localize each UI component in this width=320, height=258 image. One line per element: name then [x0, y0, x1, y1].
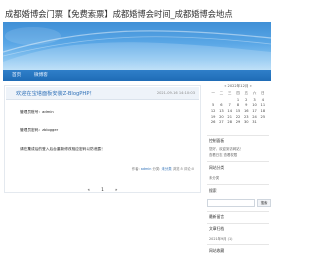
- calendar-day: 24: [252, 114, 257, 119]
- widget-title-control-panel: 控制面板: [209, 138, 225, 143]
- calendar-day: 18: [260, 109, 266, 114]
- nav-item-microblog[interactable]: 微博客: [34, 72, 48, 78]
- meta-category[interactable]: 未分类: [161, 167, 171, 171]
- calendar-day: 10: [252, 103, 257, 108]
- calendar-day: 30: [243, 120, 249, 125]
- pager-current[interactable]: 1: [101, 187, 104, 192]
- calendar-day: 17: [252, 109, 257, 114]
- calendar-weekday: 四: [236, 91, 240, 95]
- pagination: « 1 »: [5, 187, 200, 192]
- calendar-weekday: 二: [219, 91, 224, 95]
- calendar-grid: 一二三四五六日 1 2 3 4 5 6 7 8 9 10 11 12 13 14 15 16 17 18 19 20 21…: [209, 91, 267, 124]
- widget-divider: [207, 161, 269, 162]
- page: 成都婚博会门票【免费索票】成都婚博会时间_成都婚博会地点 首页 微博客 欢迎在宝…: [0, 0, 274, 258]
- calendar-day: 20: [219, 114, 224, 119]
- calendar-day: 2: [245, 97, 248, 102]
- calendar-weekday: 五: [244, 91, 249, 95]
- calendar-day: [217, 98, 225, 102]
- calendar-day: 11: [260, 103, 266, 108]
- search-input[interactable]: [207, 199, 255, 207]
- calendar-weekday: 六: [252, 91, 257, 95]
- calendar-day: [259, 120, 267, 124]
- calendar-day: 13: [219, 109, 224, 114]
- meta-views: 浏览:5: [172, 167, 183, 171]
- post-header: 欢迎在宝塔面板安装Z-BlogPHP！ 2021-09-16 14:10:03: [6, 87, 199, 100]
- post-line-notice: 请在集成后的登入后台重新修改相应密码以防泄露！: [20, 147, 105, 151]
- meta-author-prefix: 作者:: [131, 167, 140, 171]
- banner-swoosh-graphic: [3, 27, 271, 70]
- post-meta: 作者: admin 分类: 未分类 浏览:5 评论:0: [132, 166, 194, 171]
- widget-title-categories: 网站分类: [209, 165, 225, 170]
- widget-divider: [207, 244, 269, 245]
- calendar-header[interactable]: « 2022年12月 »: [207, 84, 269, 89]
- calendar-day: 6: [220, 103, 223, 108]
- calendar-day: 31: [252, 120, 257, 125]
- search-button[interactable]: 搜索: [257, 199, 271, 207]
- pager-prev[interactable]: «: [87, 187, 89, 192]
- meta-author[interactable]: admin: [141, 167, 152, 171]
- widget-title-favorites: 网站收藏: [209, 248, 225, 253]
- category-link-uncategorized[interactable]: 未分类: [209, 175, 219, 180]
- calendar-weekday: 日: [261, 91, 265, 95]
- widget-divider: [207, 184, 269, 185]
- calendar-day: 21: [227, 114, 232, 119]
- calendar-day: 28: [227, 120, 232, 125]
- calendar-day: 1: [236, 97, 240, 102]
- archive-link[interactable]: 2021年9月 (1): [209, 236, 232, 241]
- calendar-day: 25: [260, 114, 266, 119]
- widget-divider: [207, 211, 269, 212]
- meta-comments[interactable]: 评论:0: [184, 167, 194, 171]
- post-line-admin-password: 管理员密码：zblogger: [20, 128, 59, 132]
- site-title[interactable]: 成都婚博会门票【免费索票】成都婚博会时间_成都婚博会地点: [5, 8, 269, 20]
- calendar-weekday: 一: [211, 91, 215, 95]
- post-article: 欢迎在宝塔面板安装Z-BlogPHP！ 2021-09-16 14:10:03 …: [4, 85, 201, 193]
- widget-title-search: 搜索: [209, 188, 217, 193]
- calendar-day: 15: [235, 109, 241, 114]
- calendar-day: 5: [211, 103, 215, 108]
- post-date: 2021-09-16 14:10:03: [156, 91, 195, 95]
- widget-title-archives: 文章归档: [209, 226, 225, 231]
- calendar-day: [226, 98, 234, 102]
- calendar-weekday: 三: [227, 91, 232, 95]
- calendar-day: 7: [228, 103, 231, 108]
- calendar-day: 22: [235, 114, 241, 119]
- calendar-widget: « 2022年12月 » 一二三四五六日 1 2 3 4 5 6 7 8 9 10 11 12 13 14 1…: [207, 83, 269, 135]
- calendar-day: 23: [243, 114, 249, 119]
- header-banner: [3, 22, 271, 70]
- main-nav: 首页 微博客: [3, 70, 271, 81]
- post-title[interactable]: 欢迎在宝塔面板安装Z-BlogPHP！: [16, 90, 95, 97]
- post-line-admin-account: 管理员账号：admin: [20, 110, 54, 114]
- calendar-day: 9: [245, 103, 248, 108]
- calendar-day: 12: [210, 109, 216, 114]
- widget-text-welcome: 您好，欢迎到访网站！: [209, 147, 243, 151]
- calendar-day: [209, 98, 217, 102]
- calendar-day: 14: [227, 109, 232, 114]
- calendar-day: 19: [210, 114, 216, 119]
- calendar-day: 16: [243, 109, 249, 114]
- widget-divider: [207, 135, 269, 136]
- calendar-day: 26: [210, 120, 216, 125]
- meta-category-prefix: 分类:: [152, 167, 161, 171]
- widget-title-latest-comments: 最新留言: [209, 214, 225, 219]
- calendar-day: 4: [261, 97, 264, 102]
- calendar-day: 3: [253, 97, 256, 102]
- calendar-day: 27: [219, 120, 224, 125]
- pager-next[interactable]: »: [115, 187, 117, 192]
- widget-divider: [207, 223, 269, 224]
- nav-item-home[interactable]: 首页: [12, 72, 21, 78]
- calendar-day: 29: [235, 120, 241, 125]
- calendar-day: 8: [236, 103, 240, 108]
- widget-links-admin[interactable]: 查看日志 查看权限: [209, 152, 237, 157]
